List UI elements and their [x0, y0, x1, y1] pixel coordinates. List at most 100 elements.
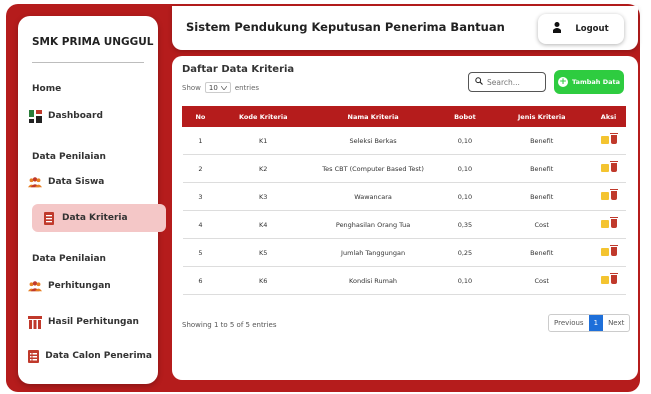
- sidebar-item-data-siswa[interactable]: Data Siswa: [18, 168, 152, 196]
- column-header-nama[interactable]: Nama Kriteria: [307, 106, 439, 127]
- cell-kode: K1: [218, 126, 309, 155]
- cell-nama: Kondisi Rumah: [308, 266, 438, 295]
- sidebar-item-label: Data Siswa: [48, 177, 105, 187]
- cell-kode: K3: [218, 182, 309, 211]
- table-row: 5 K5 Jumlah Tanggungan 0,25 Benefit: [182, 238, 626, 267]
- cell-jenis: Cost: [491, 210, 592, 239]
- entries-length-control: Show 10 entries: [182, 82, 259, 93]
- pagination-next[interactable]: Next: [603, 315, 629, 331]
- users-icon: [28, 279, 42, 293]
- brand-name: SMK PRIMA UNGGUL: [32, 36, 154, 48]
- logout-label: Logout: [575, 24, 609, 34]
- trash-icon[interactable]: [609, 133, 618, 145]
- cell-bobot: 0,10: [438, 266, 492, 295]
- users-icon: [28, 175, 42, 189]
- column-header-no[interactable]: No: [182, 106, 219, 127]
- cell-jenis: Benefit: [491, 154, 592, 183]
- edit-icon[interactable]: [600, 275, 609, 284]
- table-info: Showing 1 to 5 of 5 entries: [182, 321, 277, 329]
- brand-divider: [32, 62, 144, 63]
- main-content: Daftar Data Kriteria Show 10 entries + T…: [172, 56, 638, 380]
- cell-nama: Penghasilan Orang Tua: [308, 210, 438, 239]
- search-input[interactable]: [487, 77, 539, 87]
- sidebar-heading-home: Home: [32, 84, 62, 94]
- show-label: Show: [182, 83, 201, 92]
- pagination: Previous 1 Next: [548, 314, 631, 332]
- table-icon: [28, 315, 42, 329]
- trash-icon[interactable]: [609, 189, 618, 201]
- cell-nama: Wawancara: [308, 182, 438, 211]
- cell-no: 3: [182, 182, 219, 211]
- kriteria-table: No Kode Kriteria Nama Kriteria Bobot Jen…: [182, 106, 626, 295]
- cell-kode: K4: [218, 210, 309, 239]
- cell-aksi: [591, 266, 626, 295]
- table-row: 2 K2 Tes CBT (Computer Based Test) 0,10 …: [182, 154, 626, 183]
- cell-bobot: 0,10: [438, 182, 492, 211]
- sidebar-item-hasil-perhitungan[interactable]: Hasil Perhitungan: [18, 308, 152, 336]
- dashboard-icon: [28, 109, 42, 123]
- sidebar-item-dashboard[interactable]: Dashboard: [18, 102, 152, 130]
- logout-button[interactable]: Logout: [538, 14, 624, 44]
- cell-no: 4: [182, 210, 219, 239]
- cell-no: 1: [182, 126, 219, 155]
- edit-icon[interactable]: [600, 191, 609, 200]
- sidebar-heading-penilaian-2: Data Penilaian: [32, 254, 106, 264]
- edit-icon[interactable]: [600, 247, 609, 256]
- add-data-label: Tambah Data: [572, 78, 620, 86]
- plus-icon: +: [558, 77, 569, 87]
- column-header-kode[interactable]: Kode Kriteria: [217, 106, 309, 127]
- column-header-jenis[interactable]: Jenis Kriteria: [491, 106, 593, 127]
- table-header-row: No Kode Kriteria Nama Kriteria Bobot Jen…: [182, 106, 626, 127]
- cell-no: 6: [182, 266, 219, 295]
- cell-nama: Jumlah Tanggungan: [308, 238, 438, 267]
- sidebar-item-data-calon-penerima[interactable]: Data Calon Penerima: [18, 342, 152, 370]
- sidebar-item-label: Perhitungan: [48, 281, 111, 291]
- cell-aksi: [591, 182, 626, 211]
- cell-aksi: [591, 210, 626, 239]
- document-icon: [42, 211, 56, 225]
- sidebar-item-label: Hasil Perhitungan: [48, 317, 139, 327]
- cell-nama: Seleksi Berkas: [308, 126, 438, 155]
- cell-bobot: 0,25: [438, 238, 492, 267]
- edit-icon[interactable]: [600, 219, 609, 228]
- trash-icon[interactable]: [609, 161, 618, 173]
- cell-aksi: [591, 154, 626, 183]
- table-row: 4 K4 Penghasilan Orang Tua 0,35 Cost: [182, 210, 626, 239]
- trash-icon[interactable]: [609, 245, 618, 257]
- cell-nama: Tes CBT (Computer Based Test): [308, 154, 438, 183]
- cell-jenis: Cost: [491, 266, 592, 295]
- cell-no: 5: [182, 238, 219, 267]
- sidebar-item-label: Dashboard: [48, 111, 103, 121]
- sidebar-item-perhitungan[interactable]: Perhitungan: [18, 272, 152, 300]
- search-icon: [475, 77, 483, 87]
- cell-jenis: Benefit: [491, 238, 592, 267]
- cell-kode: K6: [218, 266, 309, 295]
- sidebar-item-data-kriteria[interactable]: Data Kriteria: [32, 204, 166, 232]
- column-header-aksi: Aksi: [591, 106, 626, 127]
- sidebar-item-label: Data Kriteria: [62, 213, 128, 223]
- cell-jenis: Benefit: [491, 126, 592, 155]
- topbar: Sistem Pendukung Keputusan Penerima Bant…: [172, 6, 638, 50]
- cell-bobot: 0,10: [438, 126, 492, 155]
- add-data-button[interactable]: + Tambah Data: [554, 70, 624, 94]
- pagination-previous[interactable]: Previous: [549, 315, 589, 331]
- cell-no: 2: [182, 154, 219, 183]
- sidebar-heading-penilaian: Data Penilaian: [32, 152, 106, 162]
- cell-bobot: 0,10: [438, 154, 492, 183]
- section-title: Daftar Data Kriteria: [182, 64, 295, 75]
- entries-select[interactable]: 10: [204, 82, 231, 93]
- edit-icon[interactable]: [600, 135, 609, 144]
- entries-label: entries: [234, 83, 260, 92]
- column-header-bobot[interactable]: Bobot: [437, 106, 493, 127]
- edit-icon[interactable]: [600, 163, 609, 172]
- trash-icon[interactable]: [609, 273, 618, 285]
- table-row: 6 K6 Kondisi Rumah 0,10 Cost: [182, 266, 626, 295]
- cell-jenis: Benefit: [491, 182, 592, 211]
- sidebar: SMK PRIMA UNGGUL Home Dashboard Data Pen…: [18, 16, 166, 384]
- pagination-page-1[interactable]: 1: [588, 315, 604, 331]
- page-title: Sistem Pendukung Keputusan Penerima Bant…: [186, 20, 505, 34]
- chevron-down-icon: [220, 84, 228, 92]
- trash-icon[interactable]: [609, 217, 618, 229]
- table-row: 3 K3 Wawancara 0,10 Benefit: [182, 182, 626, 211]
- table-row: 1 K1 Seleksi Berkas 0,10 Benefit: [182, 126, 626, 155]
